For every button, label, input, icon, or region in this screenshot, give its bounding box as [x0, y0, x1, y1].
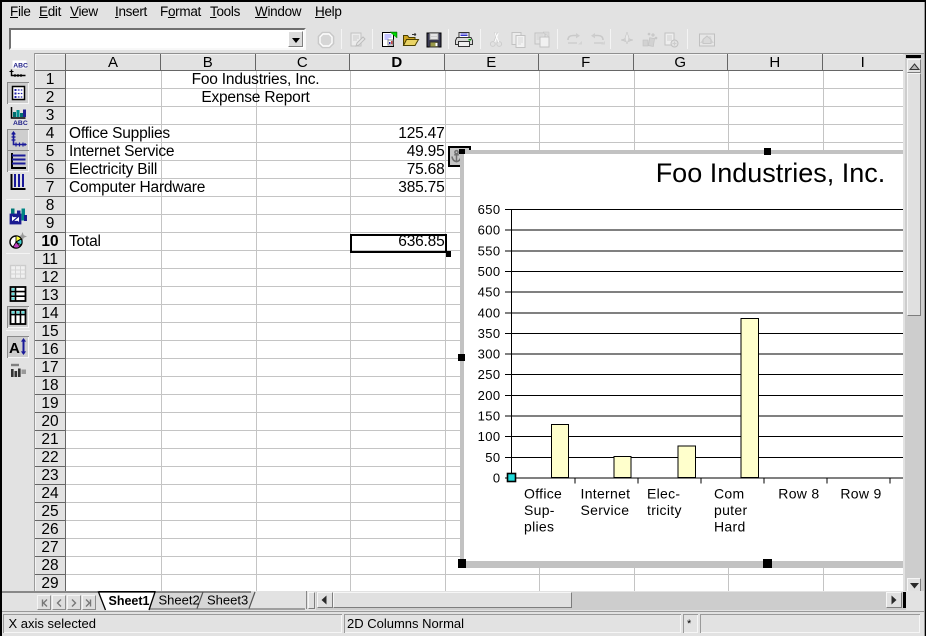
svg-text:200: 200 — [478, 388, 501, 403]
svg-text:350: 350 — [478, 326, 501, 341]
svg-text:Foo Industries, Inc.: Foo Industries, Inc. — [656, 158, 886, 188]
svg-text:250: 250 — [478, 367, 501, 382]
svg-text:ABC: ABC — [13, 120, 28, 126]
svg-text:Sup-: Sup- — [524, 502, 555, 518]
svg-text:puter: puter — [714, 502, 747, 518]
svg-text:500: 500 — [478, 264, 501, 279]
svg-text:Service: Service — [581, 502, 630, 518]
svg-text:Sheet3: Sheet3 — [207, 593, 248, 608]
svg-text:50: 50 — [485, 450, 500, 465]
svg-text:Row 8: Row 8 — [778, 485, 819, 501]
svg-text:0: 0 — [493, 470, 501, 485]
svg-text:Sheet1: Sheet1 — [109, 594, 150, 608]
svg-text:550: 550 — [478, 243, 501, 258]
svg-text:400: 400 — [478, 305, 501, 320]
svg-text:100: 100 — [478, 429, 501, 444]
svg-text:650: 650 — [478, 202, 501, 217]
svg-text:A: A — [9, 340, 20, 357]
svg-text:Internet: Internet — [581, 485, 631, 501]
svg-text:Com: Com — [714, 485, 744, 501]
svg-text:Hard: Hard — [714, 518, 746, 534]
svg-text:600: 600 — [478, 223, 501, 238]
svg-text:300: 300 — [478, 347, 501, 362]
svg-text:tricity: tricity — [647, 502, 682, 518]
svg-text:150: 150 — [478, 408, 501, 423]
svg-text:ABC: ABC — [13, 62, 28, 69]
svg-text:plies: plies — [524, 518, 554, 534]
svg-text:Elec-: Elec- — [647, 485, 680, 501]
svg-text:450: 450 — [478, 285, 501, 300]
svg-text:Sheet2: Sheet2 — [159, 593, 200, 608]
svg-text:Row 9: Row 9 — [840, 485, 881, 501]
svg-text:Office: Office — [524, 485, 562, 501]
